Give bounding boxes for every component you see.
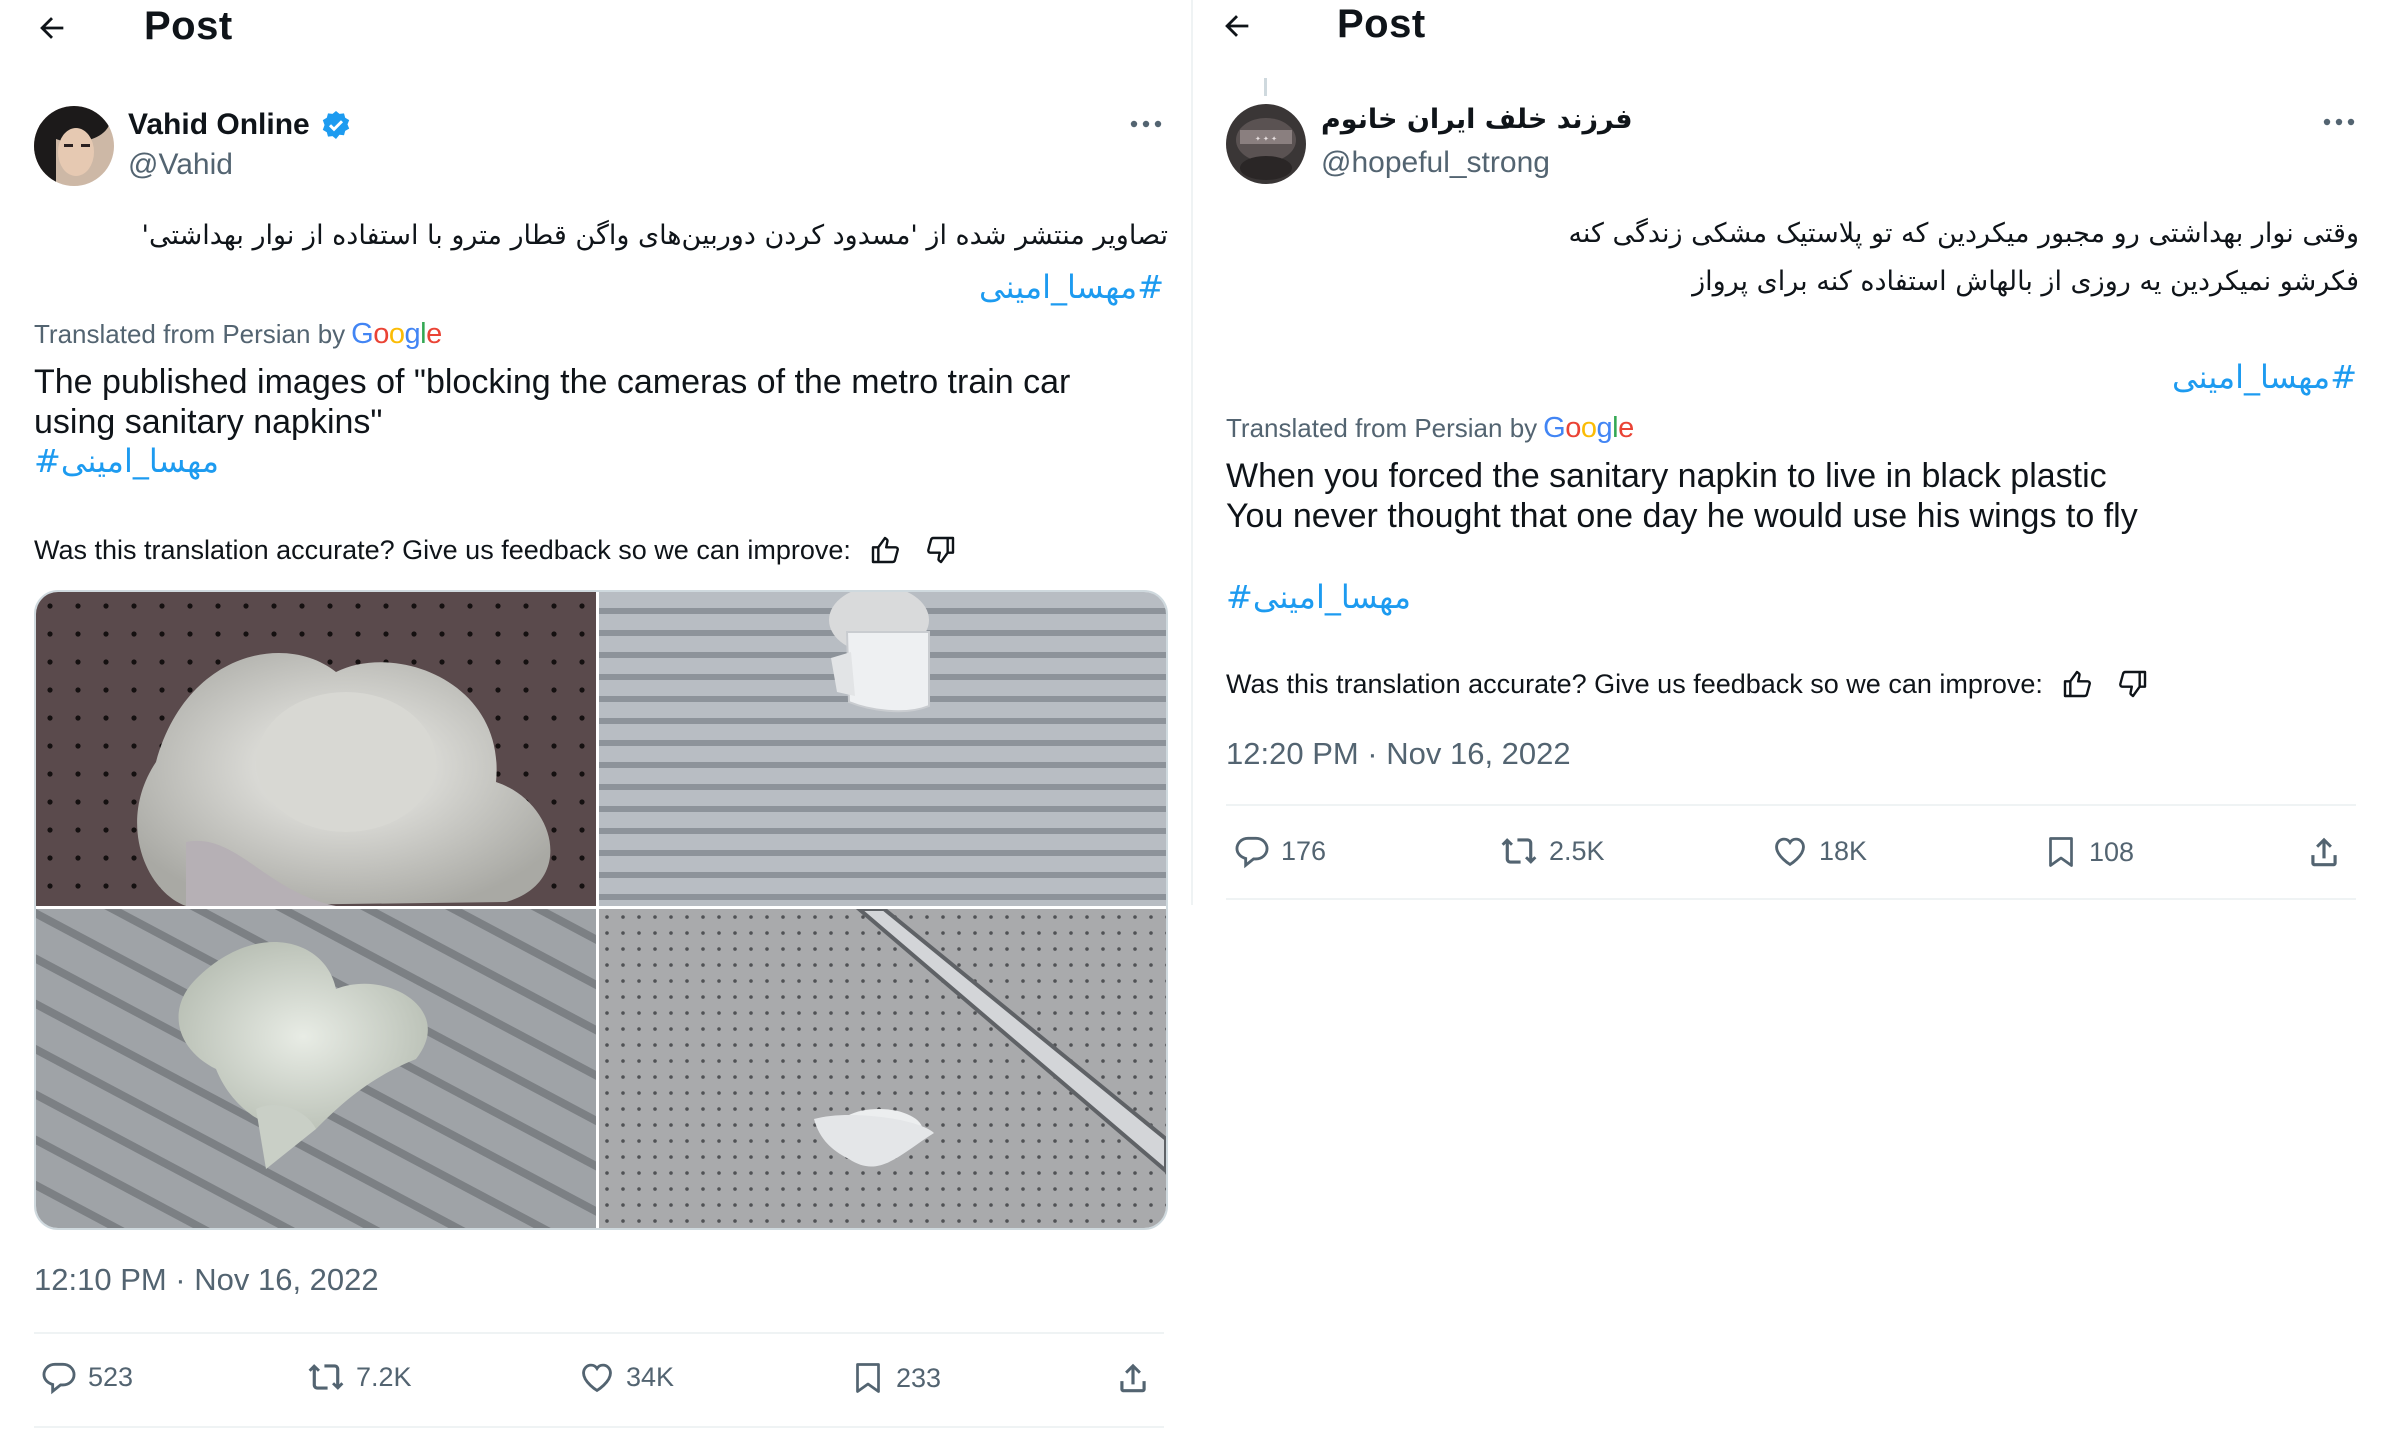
author-handle[interactable]: @Vahid [128,148,233,182]
left-post-panel: Post Vahid Online @Vahid تصاویر منتشر شد… [0,0,1192,1430]
post-timestamp[interactable]: 12:20 PM · Nov 16, 2022 [1226,736,1571,772]
translated-label: Translated from Persian by [34,319,346,349]
thumbs-up-button[interactable] [2057,664,2097,704]
post-text-translated-line-2: You never thought that one day he would … [1226,497,2138,535]
avatar[interactable]: ✦ ✦ ✦ [1226,104,1306,184]
media-image-3[interactable] [36,909,596,1228]
bookmark-icon [2049,837,2073,867]
google-logo: Google [1543,412,1634,444]
thumbs-up-icon [871,536,899,564]
more-icon [1130,120,1162,128]
feedback-text: Was this translation accurate? Give us f… [1226,668,2043,699]
bookmark-count: 233 [896,1362,942,1393]
translation-feedback: Was this translation accurate? Give us f… [34,530,961,570]
media-image-1[interactable] [36,592,596,906]
translated-label: Translated from Persian by [1226,413,1538,443]
google-logo: Google [351,318,442,350]
back-button[interactable] [30,6,74,50]
author-name[interactable]: Vahid Online [128,108,310,142]
reply-count: 176 [1281,835,1327,866]
like-button[interactable]: 18K [1771,832,1867,870]
back-arrow-icon [40,17,64,39]
media-image-2[interactable] [599,592,1166,906]
thumbs-down-icon [926,536,955,564]
back-button[interactable] [1215,4,1259,48]
share-icon [1120,1363,1146,1393]
media-grid [34,590,1168,1230]
hashtag-link-translated[interactable]: #مهسا_امینی [34,442,219,480]
post-text-persian: تصاویر منتشر شده از 'مسدود کردن دوربین‌ه… [141,220,1168,251]
media-image-4[interactable] [599,909,1166,1228]
post-timestamp[interactable]: 12:10 PM · Nov 16, 2022 [34,1262,379,1298]
repost-button[interactable]: 2.5K [1499,832,1605,870]
author-name-row[interactable]: فرزند خلف ایران خانوم [1321,104,1633,135]
more-options-button[interactable] [1124,102,1168,146]
page-title: Post [1337,2,1426,46]
bookmark-count: 108 [2089,836,2135,867]
author-handle[interactable]: @hopeful_strong [1321,146,1550,180]
reply-button[interactable]: 523 [40,1358,133,1396]
share-button[interactable] [2305,832,2343,872]
author-name[interactable]: فرزند خلف ایران خانوم [1321,104,1633,135]
thumbs-down-icon [2118,670,2147,698]
reply-icon [42,1362,76,1395]
reply-icon [1235,836,1269,869]
feedback-text: Was this translation accurate? Give us f… [34,534,851,565]
svg-text:✦ ✦ ✦: ✦ ✦ ✦ [1255,135,1277,143]
page-title: Post [144,4,233,48]
right-post-panel: Post ✦ ✦ ✦ فرزند خلف ایران خانوم @hopefu… [1193,0,2392,1430]
bookmark-button[interactable]: 233 [850,1358,941,1398]
divider [1226,898,2356,900]
repost-icon [308,1364,344,1390]
divider [34,1332,1164,1334]
repost-count: 2.5K [1549,835,1605,866]
thumbs-up-button[interactable] [865,530,905,570]
thumbs-up-icon [2063,670,2091,698]
bookmark-icon [856,1363,880,1393]
post-header: Post [0,0,1192,56]
divider [34,1426,1164,1428]
thread-line [1264,78,1267,96]
share-icon [2311,837,2337,867]
more-options-button[interactable] [2317,100,2361,144]
back-arrow-icon [1225,15,1249,37]
repost-button[interactable]: 7.2K [306,1358,412,1396]
hashtag-link-translated[interactable]: #مهسا_امینی [1226,578,1411,616]
avatar[interactable] [34,106,114,186]
post-header: Post [1193,0,2392,56]
divider [1226,804,2356,806]
post-text-persian-line-1: وقتی نوار بهداشتی رو مجبور میکردین که تو… [1568,218,2359,249]
post-text-translated-line-1: When you forced the sanitary napkin to l… [1226,457,2107,495]
hashtag-link[interactable]: #مهسا_امینی [2172,358,2357,396]
more-icon [2323,118,2355,126]
like-button[interactable]: 34K [578,1358,674,1396]
hashtag-link[interactable]: #مهسا_امینی [979,268,1164,306]
translation-attribution: Translated from Persian by Google [1226,412,1634,445]
repost-count: 7.2K [356,1361,412,1392]
translation-feedback: Was this translation accurate? Give us f… [1226,664,2153,704]
thumbs-down-button[interactable] [2113,664,2153,704]
post-text-persian-line-2: فکرشو نمیکردین یه روزی از بالهاش استفاده… [1692,266,2359,297]
reply-button[interactable]: 176 [1233,832,1326,870]
bookmark-button[interactable]: 108 [2043,832,2134,872]
post-text-translated: The published images of "blocking the ca… [34,363,1071,441]
share-button[interactable] [1114,1358,1152,1398]
repost-icon [1501,838,1537,864]
like-count: 34K [626,1361,675,1392]
like-icon [582,1363,612,1393]
translation-attribution: Translated from Persian by Google [34,318,442,351]
thumbs-down-button[interactable] [921,530,961,570]
reply-count: 523 [88,1361,134,1392]
verified-badge-icon [322,111,349,139]
author-name-row[interactable]: Vahid Online [128,108,352,142]
like-count: 18K [1819,835,1868,866]
like-icon [1775,837,1805,867]
